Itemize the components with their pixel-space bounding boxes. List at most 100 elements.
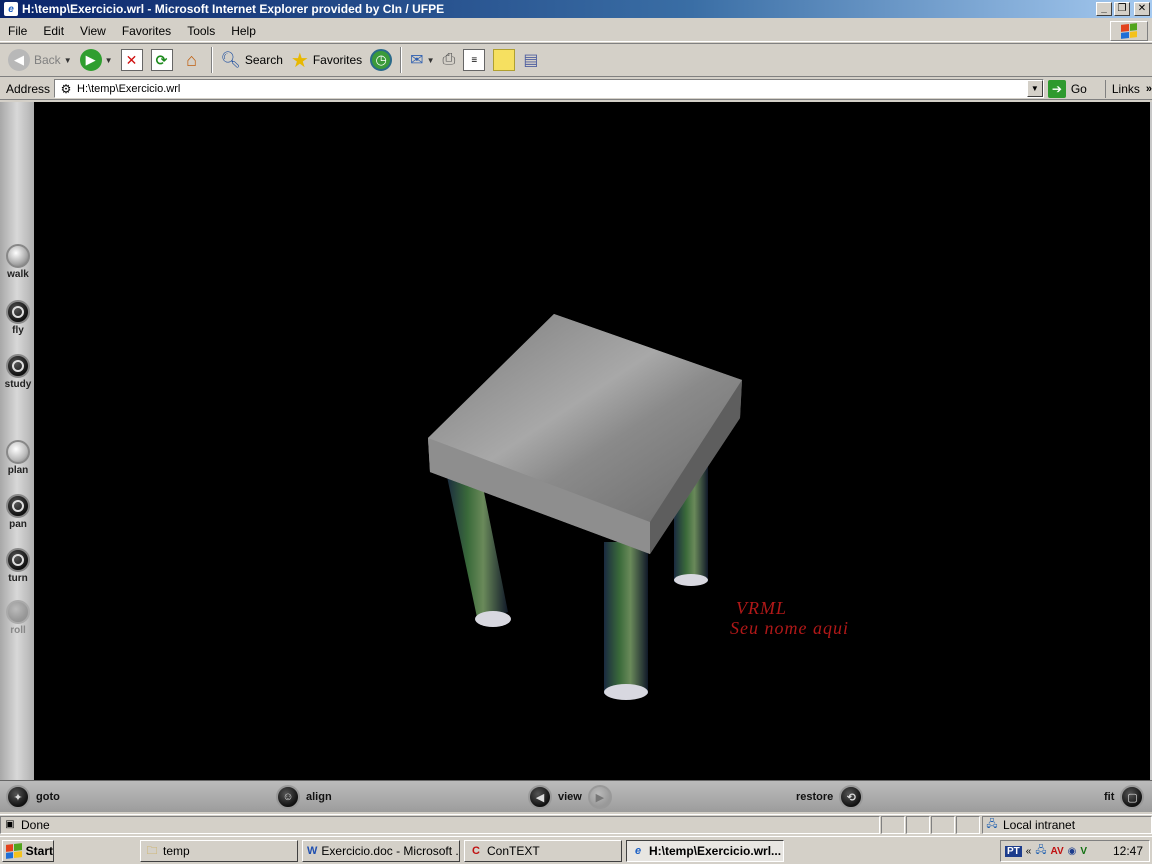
address-dropdown-icon[interactable]: ▼: [1026, 80, 1043, 97]
start-button[interactable]: Start: [2, 839, 54, 862]
taskbar-item-temp[interactable]: 🗀 temp: [140, 839, 298, 862]
nav-walk-button[interactable]: walk: [4, 244, 32, 280]
star-icon: ★: [290, 49, 309, 72]
links-button[interactable]: Links: [1104, 79, 1140, 98]
history-icon: ◷: [370, 49, 393, 71]
menu-bar: File Edit View Favorites Tools Help: [0, 20, 1152, 42]
ie-icon: e: [4, 2, 18, 16]
fit-label: fit: [1104, 791, 1115, 803]
address-label: Address: [6, 81, 51, 96]
search-label: Search: [244, 53, 283, 67]
nav-pan-button[interactable]: pan: [4, 494, 32, 530]
taskbar-item-ie[interactable]: e H:\temp\Exercicio.wrl...: [626, 839, 784, 862]
task-label: H:\temp\Exercicio.wrl...: [649, 843, 782, 858]
maximize-button[interactable]: ❐: [1114, 2, 1130, 16]
align-button[interactable]: ☺ align: [276, 785, 338, 809]
restore-label: restore: [796, 791, 834, 803]
nav-fly-label: fly: [12, 325, 24, 336]
address-field[interactable]: ⚙ ▼: [54, 79, 1044, 98]
status-main: ▣ Done: [0, 815, 880, 834]
discuss-button[interactable]: [489, 46, 519, 74]
menu-view[interactable]: View: [72, 24, 114, 38]
vrml-text-line2: Seu nome aqui: [730, 618, 849, 638]
status-text: Done: [21, 817, 50, 832]
view-label: view: [558, 791, 582, 803]
nav-plan-button[interactable]: plan: [4, 440, 32, 476]
taskbar-item-word[interactable]: W Exercicio.doc - Microsoft ...: [302, 839, 460, 862]
nav-turn-button[interactable]: turn: [4, 548, 32, 584]
nav-fly-button[interactable]: fly: [4, 300, 32, 336]
edit-button[interactable]: ≡: [459, 46, 489, 74]
forward-arrow-icon: ▶: [79, 49, 102, 71]
nav-study-button[interactable]: study: [4, 354, 32, 390]
vrml-file-icon: ⚙: [60, 81, 72, 96]
nav-roll-button[interactable]: roll: [4, 600, 32, 636]
pan-icon: [6, 494, 30, 518]
home-icon: ⌂: [186, 49, 197, 70]
mail-icon: ✉: [410, 52, 424, 69]
antivirus-icon[interactable]: AV: [1051, 846, 1064, 857]
folder-icon: 🗀: [146, 844, 158, 857]
status-cell: [881, 815, 905, 834]
home-button[interactable]: ⌂: [177, 46, 207, 74]
goto-button[interactable]: ✦ goto: [6, 785, 66, 809]
fit-button[interactable]: fit ▢: [1098, 785, 1145, 809]
chevron-right-icon[interactable]: »: [1146, 83, 1152, 95]
nav-roll-label: roll: [10, 625, 26, 636]
security-zone: 🖧 Local intranet: [982, 815, 1152, 834]
page-done-icon: ▣: [5, 818, 15, 830]
stop-button[interactable]: ✕: [117, 46, 147, 74]
address-bar: Address ⚙ ▼ ➔ Go Links »: [0, 78, 1152, 100]
stool-3d-model: [428, 314, 742, 700]
nav-walk-label: walk: [7, 269, 29, 280]
plan-icon: [6, 440, 30, 464]
favorites-button[interactable]: ★ Favorites: [287, 46, 366, 74]
vrml-viewer: walk fly study plan pan turn roll VRML S…: [0, 102, 1152, 812]
intranet-icon: 🖧: [986, 818, 998, 830]
menu-edit[interactable]: Edit: [35, 24, 72, 38]
previous-viewpoint-icon[interactable]: ◀: [528, 785, 552, 809]
taskbar-item-context[interactable]: C ConTEXT: [464, 839, 622, 862]
menu-favorites[interactable]: Favorites: [114, 24, 179, 38]
next-viewpoint-icon[interactable]: ▶: [587, 785, 612, 809]
minimize-button[interactable]: _: [1096, 2, 1112, 16]
3d-scene-canvas[interactable]: VRML Seu nome aqui: [34, 102, 1150, 780]
menu-file[interactable]: File: [0, 24, 35, 38]
nav-pan-label: pan: [9, 519, 27, 530]
back-dropdown-icon[interactable]: ▼: [64, 56, 72, 65]
address-input[interactable]: [77, 82, 1027, 95]
chevron-left-icon[interactable]: «: [1026, 846, 1032, 857]
search-icon: 🔍︎: [220, 52, 241, 69]
network-icon[interactable]: 🖧: [1035, 843, 1046, 860]
goto-label: goto: [36, 791, 60, 803]
search-button[interactable]: 🔍︎ Search: [217, 46, 287, 74]
vc-icon[interactable]: V: [1080, 846, 1087, 857]
go-arrow-icon: ➔: [1047, 79, 1066, 98]
clock[interactable]: 12:47: [1113, 844, 1149, 858]
history-button[interactable]: ◷: [366, 46, 396, 74]
restore-icon: ⟲: [839, 785, 864, 809]
refresh-button[interactable]: ⟳: [147, 46, 177, 74]
word-doc-icon: W: [307, 844, 318, 857]
restore-button[interactable]: restore ⟲: [790, 785, 864, 809]
menu-tools[interactable]: Tools: [179, 24, 223, 38]
go-button[interactable]: ➔ Go: [1047, 79, 1087, 98]
mail-dropdown-icon[interactable]: ▼: [427, 56, 435, 65]
windows-logo-icon: [1110, 21, 1148, 41]
audio-icon[interactable]: ◉: [1068, 846, 1077, 857]
back-button[interactable]: ◀ Back ▼: [4, 46, 76, 74]
language-indicator[interactable]: PT: [1005, 845, 1022, 857]
close-button[interactable]: ✕: [1134, 2, 1150, 16]
mail-button[interactable]: ✉ ▼: [406, 46, 438, 74]
navigation-dashboard: walk fly study plan pan turn roll: [0, 102, 34, 780]
system-tray: PT « 🖧 AV ◉ V 12:47: [1000, 840, 1150, 862]
menu-help[interactable]: Help: [223, 24, 264, 38]
print-button[interactable]: ⎙: [439, 46, 460, 74]
forward-dropdown-icon[interactable]: ▼: [105, 56, 113, 65]
status-cell: [956, 815, 980, 834]
task-label: Exercicio.doc - Microsoft ...: [321, 843, 460, 858]
research-button[interactable]: ▤: [519, 46, 542, 74]
walk-icon: [6, 244, 30, 268]
forward-button[interactable]: ▶ ▼: [76, 46, 117, 74]
status-bar: ▣ Done 🖧 Local intranet: [0, 814, 1152, 834]
